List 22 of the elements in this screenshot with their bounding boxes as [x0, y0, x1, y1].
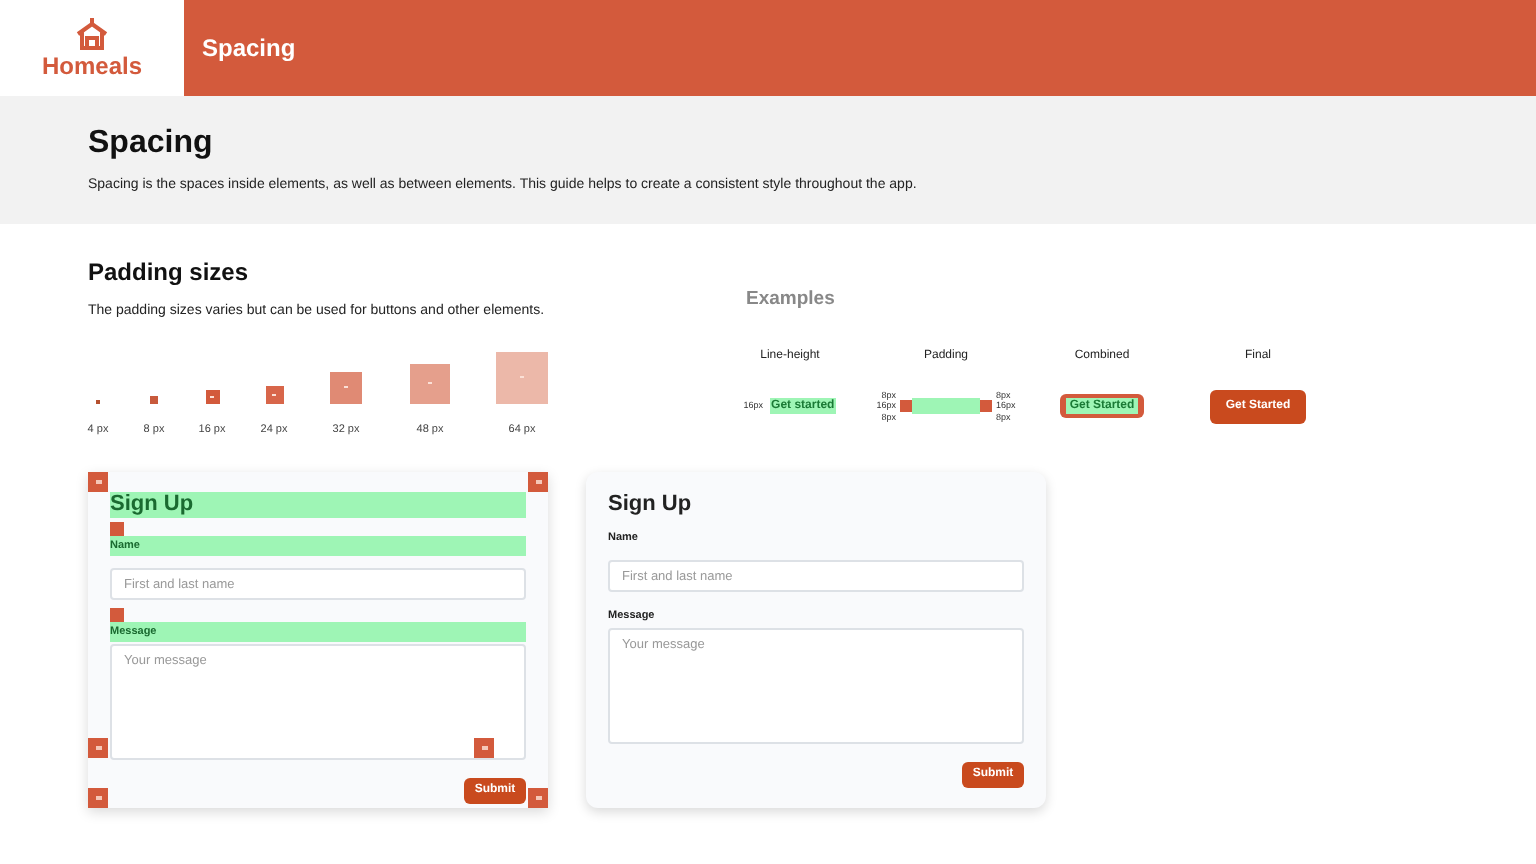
header-title: Spacing	[202, 32, 296, 66]
padding-square	[205, 389, 219, 403]
padding-diagram	[900, 398, 992, 415]
spacing-marker-icon	[528, 787, 548, 808]
spacing-marker-icon	[528, 471, 548, 492]
logo-text: Homeals	[41, 52, 143, 80]
examples-title: Examples	[746, 286, 837, 314]
padding-square	[410, 363, 450, 403]
form-title: Sign Up	[110, 491, 526, 518]
form-title: Sign Up	[608, 491, 694, 518]
page-title: Spacing	[88, 124, 215, 164]
spacing-marker-icon	[88, 787, 108, 808]
house-icon	[74, 16, 110, 52]
padding-square	[496, 351, 548, 403]
spacing-marker-icon	[88, 471, 108, 492]
padding-square	[330, 371, 362, 403]
spacing-marker-icon	[110, 607, 124, 622]
padding-square	[150, 395, 158, 403]
spacing-marker-icon	[88, 737, 108, 758]
padding-square	[265, 385, 283, 403]
spacing-marker-icon	[110, 521, 124, 536]
section-title: Padding sizes	[88, 256, 251, 288]
